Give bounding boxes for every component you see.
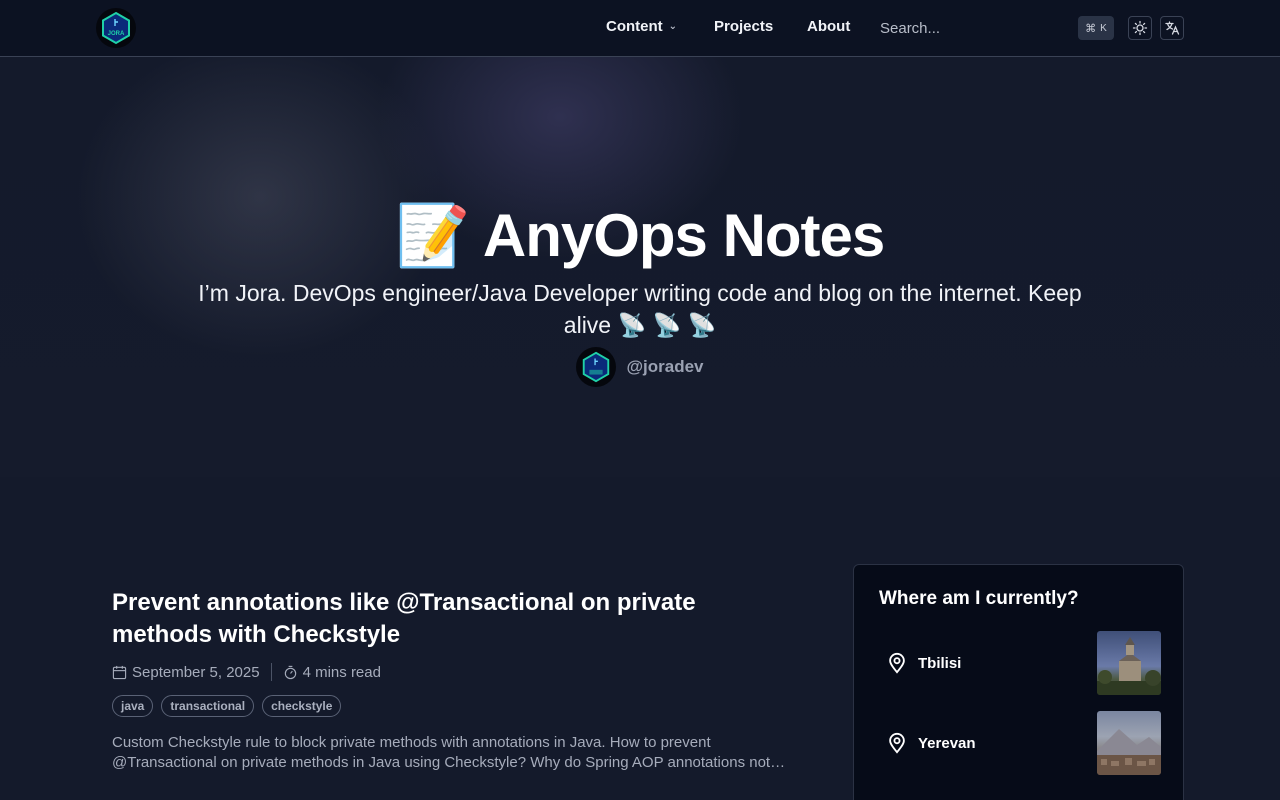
location-card: Where am I currently? Tbilisi Yerevan [853, 564, 1184, 800]
location-name: Yerevan [918, 734, 976, 752]
tag-java[interactable]: java [112, 695, 154, 717]
theme-toggle-button[interactable] [1128, 16, 1152, 40]
nav-content-label: Content [606, 18, 663, 35]
post-tags: java transactional checkstyle [112, 695, 792, 717]
post-read-time: 4 mins read [302, 663, 381, 681]
language-toggle-button[interactable] [1160, 16, 1184, 40]
tag-transactional[interactable]: transactional [161, 695, 255, 717]
location-card-title: Where am I currently? [879, 588, 1079, 609]
tbilisi-photo [1097, 631, 1161, 695]
site-logo[interactable]: JORA [96, 8, 136, 48]
calendar-icon [112, 665, 127, 679]
mountain-city-icon [1097, 729, 1161, 775]
hero-section: 📝 AnyOps Notes I’m Jora. DevOps engineer… [0, 57, 1280, 477]
post-meta: September 5, 2025 4 mins read [112, 663, 792, 681]
church-icon [1097, 637, 1161, 695]
map-pin-icon [889, 652, 905, 674]
yerevan-photo [1097, 711, 1161, 775]
tag-checkstyle[interactable]: checkstyle [262, 695, 342, 717]
post-date: September 5, 2025 [132, 663, 260, 681]
logo-text: JORA [108, 31, 125, 37]
location-item-yerevan[interactable]: Yerevan [886, 711, 1161, 775]
map-pin-icon [889, 732, 905, 754]
meta-divider [270, 663, 272, 681]
hero-title: 📝 AnyOps Notes [395, 202, 886, 269]
translate-icon [1165, 21, 1180, 35]
location-name: Tbilisi [918, 654, 962, 672]
author-row[interactable]: @joradev [0, 347, 1280, 387]
nav-projects[interactable]: Projects [714, 18, 773, 35]
search-shortcut-badge[interactable]: ⌘ K [1078, 16, 1114, 40]
timer-icon [284, 665, 296, 679]
post-excerpt: Custom Checkstyle rule to block private … [112, 734, 786, 771]
location-item-tbilisi[interactable]: Tbilisi [886, 631, 1161, 695]
logo-icon: JORA [102, 11, 130, 45]
search-input[interactable] [872, 14, 1062, 42]
post-card: Prevent annotations like @Transactional … [112, 587, 792, 773]
command-key-icon: ⌘ [1085, 22, 1097, 35]
author-handle[interactable]: @joradev [626, 357, 703, 377]
nav-content[interactable]: Content ⌄ [606, 18, 677, 35]
avatar-logo-icon [583, 351, 610, 383]
nav-about[interactable]: About [807, 18, 850, 35]
shortcut-key: K [1100, 22, 1107, 34]
post-title[interactable]: Prevent annotations like @Transactional … [112, 587, 792, 651]
sun-icon [1132, 20, 1148, 36]
hero-subtitle: I’m Jora. DevOps engineer/Java Developer… [198, 280, 1082, 338]
site-header: JORA Content ⌄ Projects About ⌘ K [0, 0, 1280, 57]
chevron-down-icon: ⌄ [668, 21, 678, 32]
avatar[interactable] [576, 347, 617, 387]
